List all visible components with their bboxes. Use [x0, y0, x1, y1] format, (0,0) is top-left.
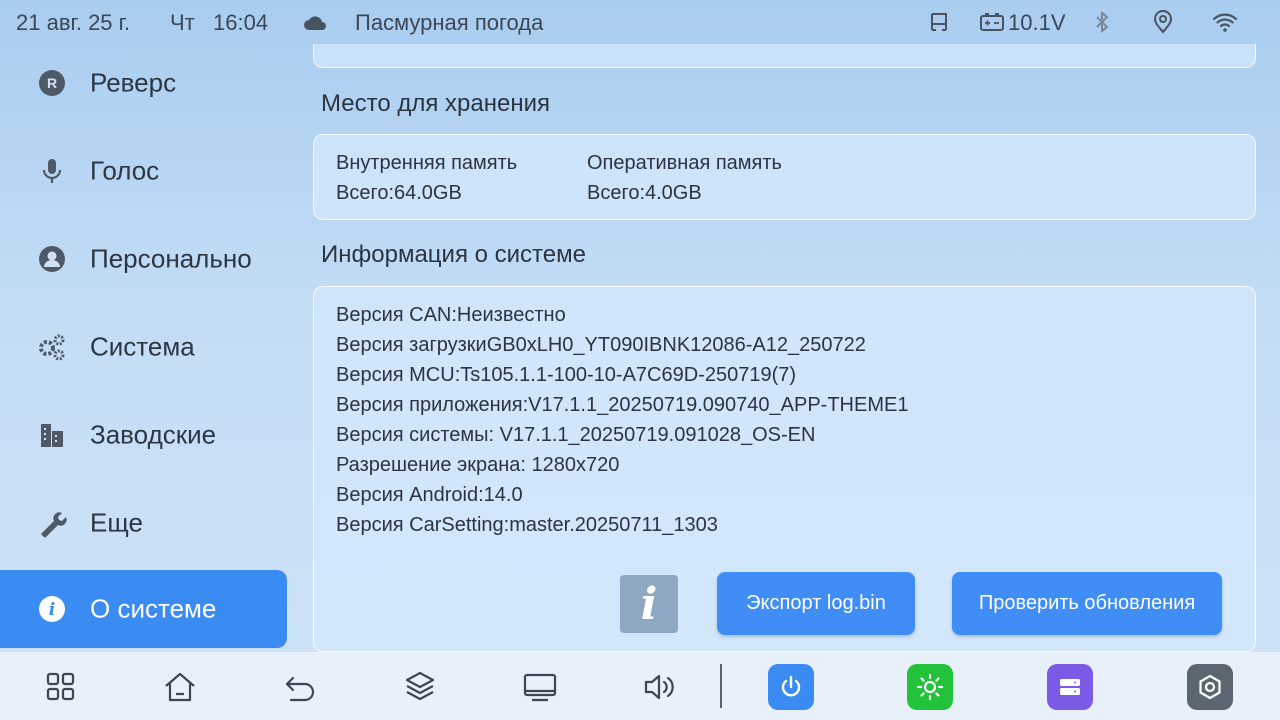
gears-icon [37, 332, 67, 362]
sidebar-item-reverse[interactable]: R Реверс [0, 44, 287, 122]
back-icon[interactable] [277, 664, 323, 710]
apps-grid-icon[interactable] [38, 664, 84, 710]
monitor-icon[interactable] [517, 664, 563, 710]
android-version: Версия Android:14.0 [336, 484, 523, 506]
location-icon [1150, 9, 1176, 35]
sidebar-item-more[interactable]: Еще [0, 484, 287, 562]
internal-memory-label: Внутренняя память [336, 152, 518, 174]
power-icon[interactable] [768, 664, 814, 710]
dock-divider [720, 664, 722, 708]
svg-text:i: i [49, 600, 55, 620]
carsetting-version: Версия CarSetting:master.20250711_1303 [336, 514, 718, 536]
info-tile-icon[interactable]: i [620, 575, 678, 633]
volume-icon[interactable] [637, 664, 683, 710]
sidebar-item-personal[interactable]: Персонально [0, 220, 287, 298]
storage-icon[interactable] [1047, 664, 1093, 710]
boot-version: Версия загрузкиGB0xLH0_YT090IBNK12086-A1… [336, 334, 866, 356]
status-voltage: 10.1V [1008, 10, 1066, 35]
sidebar-item-label: Персонально [90, 243, 252, 274]
screen-resolution: Разрешение экрана: 1280x720 [336, 454, 620, 476]
battery-icon [979, 9, 1005, 35]
system-info-card: Версия CAN:Неизвестно Версия загрузкиGB0… [313, 286, 1256, 652]
sidebar-item-voice[interactable]: Голос [0, 132, 287, 210]
settings-hex-icon[interactable] [1187, 664, 1233, 710]
storage-title: Место для хранения [321, 90, 550, 117]
sidebar-item-system[interactable]: Система [0, 308, 287, 386]
mcu-version: Версия MCU:Ts105.1.1-100-10-A7C69D-25071… [336, 364, 797, 386]
system-info-title: Информация о системе [321, 241, 586, 268]
bluetooth-icon [1089, 9, 1115, 35]
sidebar-item-label: Реверс [90, 67, 177, 98]
storage-card: Внутренняя память Всего:64.0GB Оперативн… [313, 134, 1256, 220]
info-icon: i [37, 594, 67, 624]
person-icon [37, 244, 67, 274]
sidebar-item-label: О системе [90, 593, 217, 624]
status-time: 16:04 [213, 10, 269, 35]
check-updates-button[interactable]: Проверить обновления [952, 572, 1222, 635]
status-bar: 21 авг. 25 г. Чт 16:04 Пасмурная погода … [0, 0, 1280, 44]
status-weekday: Чт [170, 10, 195, 35]
seat-icon [926, 9, 952, 35]
internal-memory-value: Всего:64.0GB [336, 182, 462, 204]
wrench-icon [37, 508, 67, 538]
layers-icon[interactable] [397, 664, 443, 710]
reverse-r-icon: R [37, 68, 67, 98]
previous-info-card [313, 44, 1256, 68]
app-version: Версия приложения:V17.1.1_20250719.09074… [336, 394, 909, 416]
sidebar-item-factory[interactable]: Заводские [0, 396, 287, 474]
export-log-button[interactable]: Экспорт log.bin [717, 572, 915, 635]
sidebar-item-label: Еще [90, 507, 143, 538]
sidebar-item-label: Заводские [90, 419, 217, 450]
home-icon[interactable] [157, 664, 203, 710]
status-weather: Пасмурная погода [355, 10, 544, 35]
sidebar-item-label: Система [90, 331, 195, 362]
svg-text:R: R [47, 75, 57, 91]
brightness-icon[interactable] [907, 664, 953, 710]
wifi-icon [1212, 9, 1238, 35]
factory-icon [37, 420, 67, 450]
settings-content: Место для хранения Внутренняя память Все… [300, 44, 1280, 652]
microphone-icon [37, 156, 67, 186]
ram-label: Оперативная память [587, 152, 782, 174]
can-version: Версия CAN:Неизвестно [336, 304, 566, 326]
sidebar-item-label: Голос [90, 155, 160, 186]
status-date: 21 авг. 25 г. [16, 10, 131, 35]
os-version: Версия системы: V17.1.1_20250719.091028_… [336, 424, 816, 446]
bottom-dock [0, 652, 1280, 720]
sidebar: R Реверс Голос Персонально Система Завод… [0, 44, 300, 652]
sidebar-item-about[interactable]: i О системе [0, 570, 287, 648]
ram-value: Всего:4.0GB [587, 182, 702, 204]
cloud-icon [302, 10, 328, 36]
